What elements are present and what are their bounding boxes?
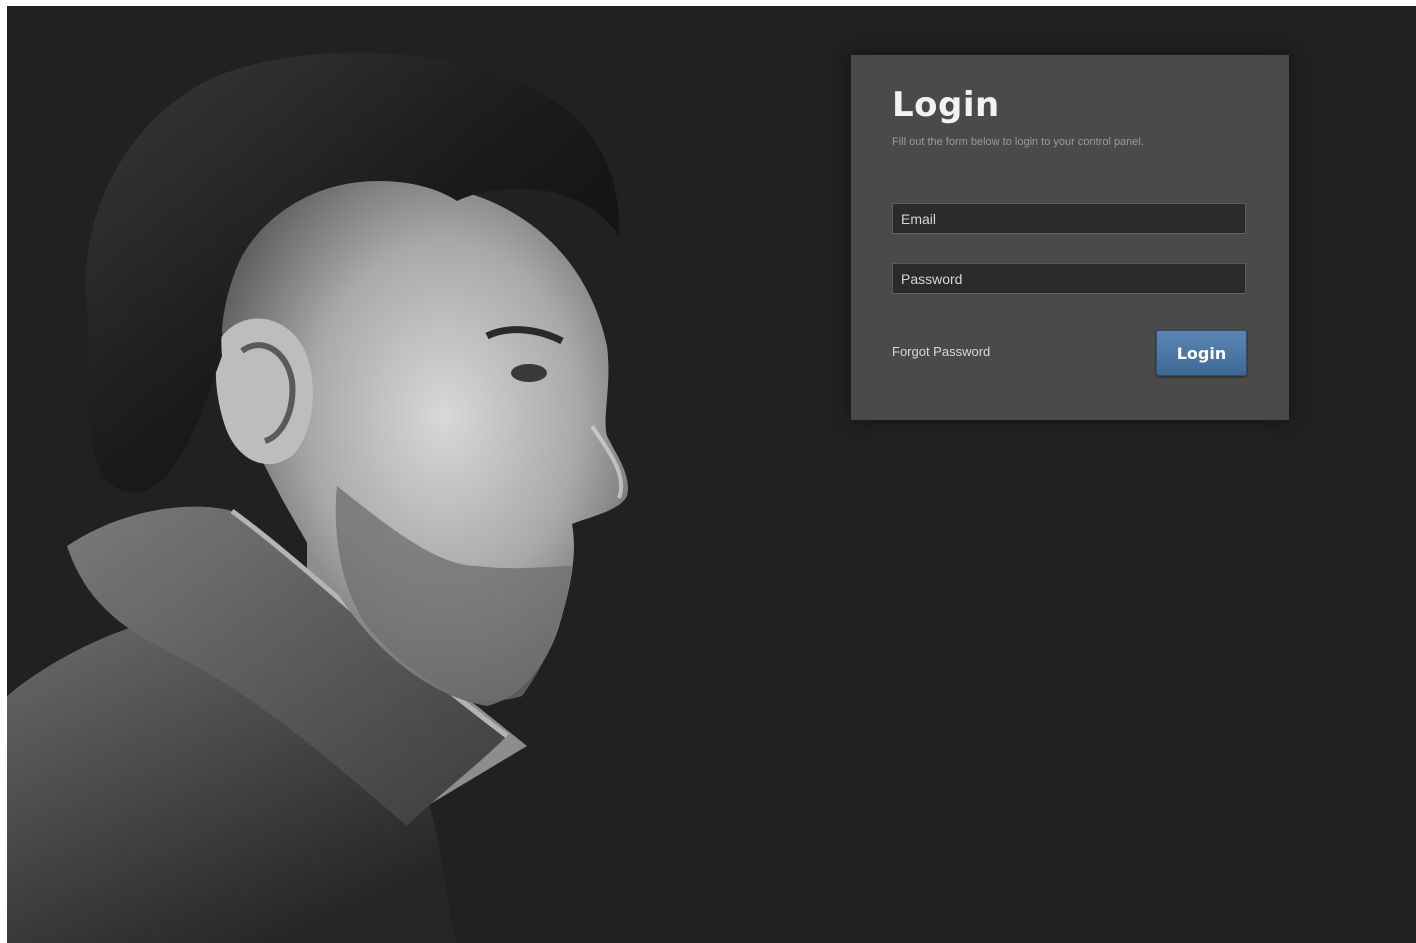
- login-title: Login: [892, 85, 1000, 125]
- login-subtitle: Fill out the form below to login to your…: [892, 136, 1144, 148]
- portrait-photo: [7, 6, 707, 943]
- email-field[interactable]: [892, 203, 1246, 234]
- login-button[interactable]: Login: [1156, 330, 1247, 376]
- forgot-password-link[interactable]: Forgot Password: [892, 344, 990, 359]
- login-panel: Login Fill out the form below to login t…: [851, 55, 1289, 420]
- password-field[interactable]: [892, 263, 1246, 294]
- login-page: Login Fill out the form below to login t…: [7, 6, 1416, 943]
